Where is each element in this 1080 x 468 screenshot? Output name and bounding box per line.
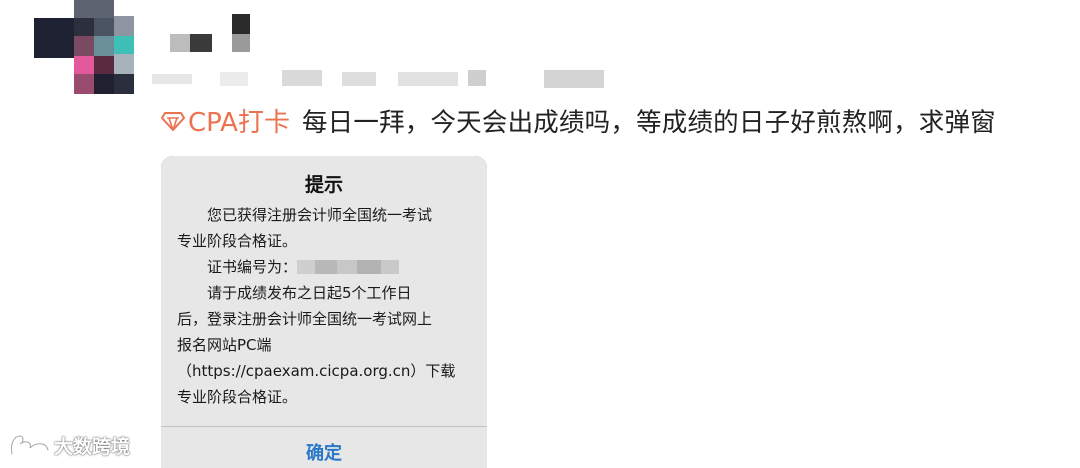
avatar-pixel (74, 18, 94, 38)
meta-pixel (398, 72, 458, 86)
avatar-pixel (34, 18, 74, 58)
meta-pixel (544, 70, 604, 88)
avatar[interactable] (34, 0, 136, 96)
avatar-pixel (74, 36, 94, 56)
avatar-pixel (94, 18, 114, 38)
avatar-pixel (114, 16, 134, 36)
dialog-line: 后，登录注册会计师全国统一考试网上 (177, 310, 433, 328)
dialog-line-cert: 证书编号为： (177, 254, 473, 280)
avatar-pixel (74, 0, 114, 20)
watermark-logo-icon (10, 434, 50, 456)
dialog-divider (161, 426, 487, 427)
avatar-pixel (114, 36, 134, 54)
avatar-pixel (74, 56, 94, 76)
avatar-pixel (94, 74, 114, 94)
alert-dialog: 提示 您已获得注册会计师全国统一考试 专业阶段合格证。 证书编号为： 请于成绩发… (161, 156, 487, 468)
avatar-pixel (114, 74, 134, 94)
dialog-title: 提示 (304, 174, 343, 196)
name-pixel (232, 14, 250, 34)
confirm-button[interactable]: 确定 (161, 439, 487, 465)
avatar-pixel (74, 74, 94, 94)
dialog-line: 证书编号为： (207, 258, 298, 276)
dialog-line: 报名网站PC端 (177, 336, 272, 354)
dialog-line: （https://cpaexam.cicpa.org.cn）下载 (177, 362, 456, 380)
meta-pixel (152, 74, 192, 84)
dialog-line: 您已获得注册会计师全国统一考试 (207, 206, 433, 224)
avatar-pixel (114, 54, 134, 74)
name-pixel (190, 34, 212, 52)
dialog-message: 您已获得注册会计师全国统一考试 专业阶段合格证。 证书编号为： 请于成绩发布之日… (177, 202, 473, 410)
name-pixel (232, 34, 250, 52)
watermark: 大数跨境 (8, 430, 130, 460)
post-image[interactable]: 提示 您已获得注册会计师全国统一考试 专业阶段合格证。 证书编号为： 请于成绩发… (161, 156, 487, 468)
watermark-text: 大数跨境 (54, 435, 131, 458)
username-blurred[interactable] (170, 14, 260, 58)
certificate-number-blurred (297, 259, 405, 274)
post-meta-blurred (152, 70, 612, 92)
topic-link[interactable]: CPA打卡 (160, 102, 290, 139)
dialog-line: 专业阶段合格证。 (177, 388, 298, 406)
topic-label: CPA打卡 (188, 107, 290, 138)
dialog-line: 专业阶段合格证。 (177, 232, 298, 250)
meta-pixel (468, 70, 486, 86)
avatar-pixel (94, 56, 114, 76)
name-pixel (170, 34, 190, 52)
dialog-line: 请于成绩发布之日起5个工作日 (207, 284, 412, 302)
avatar-pixel (94, 36, 114, 56)
post-text: 每日一拜，今天会出成绩吗，等成绩的日子好煎熬啊，求弹窗 (301, 107, 996, 138)
post-text-line: CPA打卡 每日一拜，今天会出成绩吗，等成绩的日子好煎熬啊，求弹窗 (160, 100, 996, 140)
meta-pixel (282, 70, 322, 86)
topic-diamond-icon (161, 112, 185, 131)
meta-pixel (342, 72, 376, 86)
meta-pixel (220, 72, 248, 86)
